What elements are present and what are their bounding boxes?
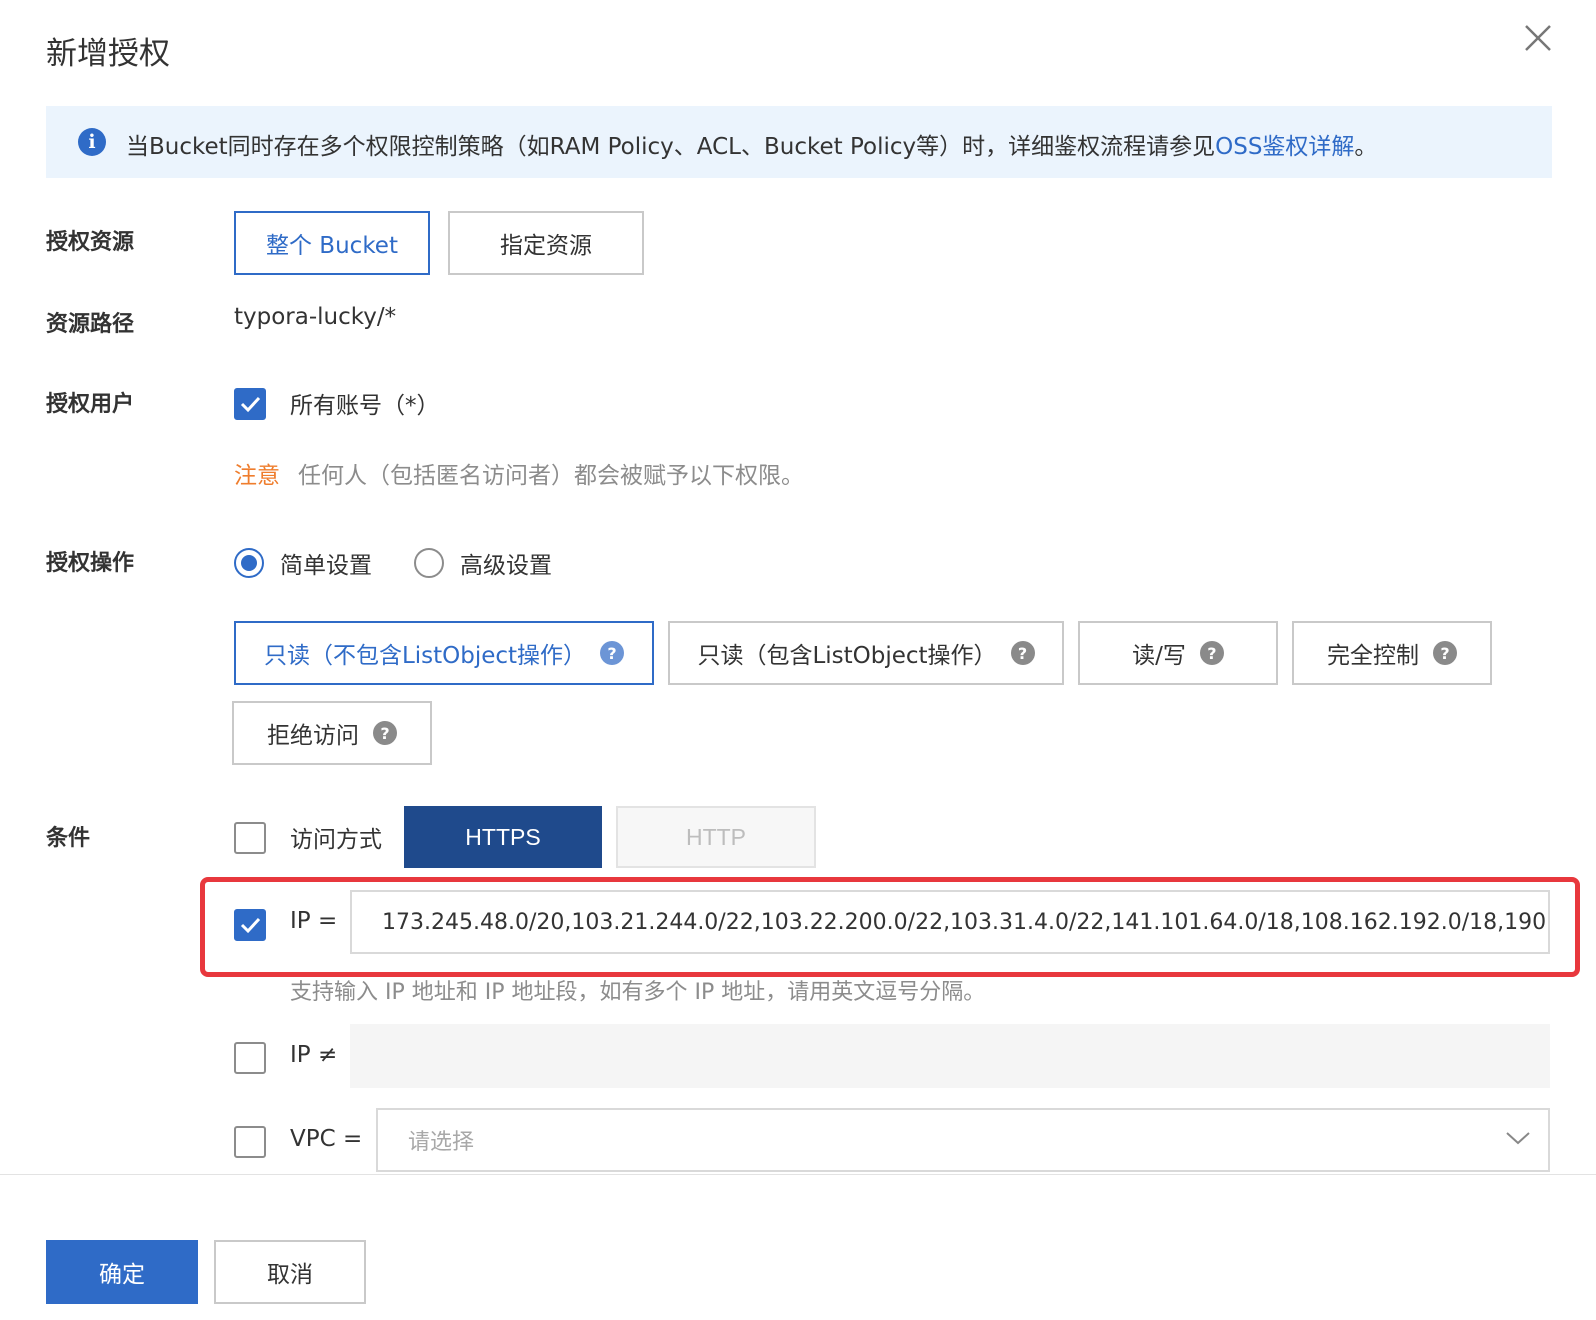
oss-auth-link[interactable]: OSS鉴权详解 — [1215, 134, 1354, 160]
notice-text: 当Bucket同时存在多个权限控制策略（如RAM Policy、ACL、Buck… — [126, 127, 1377, 161]
advanced-mode-label: 高级设置 — [460, 553, 552, 579]
operation-label: 授权操作 — [46, 551, 135, 576]
question-icon[interactable]: ? — [1010, 641, 1035, 665]
readonly-with-list-label: 只读（包含ListObject操作） — [697, 643, 997, 669]
deny-access-label: 拒绝访问 — [267, 723, 359, 749]
close-icon[interactable] — [1522, 22, 1554, 54]
vpc-label: VPC = — [290, 1126, 363, 1152]
ip-ne-checkbox[interactable] — [234, 1042, 266, 1074]
readonly-no-list-label: 只读（不包含ListObject操作） — [263, 643, 587, 669]
all-accounts-label: 所有账号（*） — [290, 393, 440, 419]
user-label: 授权用户 — [46, 392, 135, 417]
chevron-down-icon[interactable] — [1504, 1128, 1532, 1148]
simple-mode-label: 简单设置 — [280, 553, 372, 579]
info-icon: i — [78, 128, 106, 156]
question-icon[interactable]: ? — [373, 721, 397, 745]
notice-text-before: 当Bucket同时存在多个权限控制策略（如RAM Policy、ACL、Buck… — [126, 134, 1216, 160]
path-value: typora-lucky/* — [234, 304, 397, 330]
resource-specific-button[interactable]: 指定资源 — [448, 211, 644, 275]
question-icon[interactable]: ? — [1433, 641, 1457, 665]
https-button[interactable]: HTTPS — [404, 806, 602, 868]
access-method-label: 访问方式 — [290, 827, 382, 853]
check-icon — [240, 396, 261, 413]
readonly-with-list-button[interactable]: 只读（包含ListObject操作）? — [668, 621, 1064, 685]
resource-whole-bucket-button[interactable]: 整个 Bucket — [234, 211, 430, 275]
question-icon[interactable]: ? — [600, 641, 625, 665]
check-icon — [240, 917, 261, 934]
footer-divider — [0, 1174, 1596, 1175]
full-control-label: 完全控制 — [1327, 643, 1419, 669]
advanced-mode-radio[interactable] — [414, 548, 444, 578]
resource-label: 授权资源 — [46, 230, 135, 255]
vpc-select[interactable]: 请选择 — [376, 1108, 1550, 1172]
ip-eq-checkbox[interactable] — [234, 909, 266, 941]
note-label: 注意 — [234, 463, 280, 489]
ip-eq-input[interactable]: 173.245.48.0/20,103.21.244.0/22,103.22.2… — [350, 890, 1550, 954]
ip-ne-label: IP ≠ — [290, 1042, 338, 1068]
simple-mode-radio[interactable] — [234, 548, 264, 578]
cancel-button[interactable]: 取消 — [214, 1240, 366, 1304]
confirm-button[interactable]: 确定 — [46, 1240, 198, 1304]
note-text: 任何人（包括匿名访问者）都会被赋予以下权限。 — [298, 463, 804, 489]
conditions-label: 条件 — [46, 826, 91, 851]
vpc-checkbox[interactable] — [234, 1126, 266, 1158]
vpc-placeholder: 请选择 — [408, 1130, 475, 1155]
ip-eq-label: IP = — [290, 908, 338, 934]
ip-hint: 支持输入 IP 地址和 IP 地址段，如有多个 IP 地址，请用英文逗号分隔。 — [290, 980, 986, 1005]
read-write-button[interactable]: 读/写? — [1078, 621, 1278, 685]
all-accounts-checkbox[interactable] — [234, 388, 266, 420]
ip-ne-input[interactable] — [350, 1024, 1550, 1088]
access-method-checkbox[interactable] — [234, 822, 266, 854]
question-icon[interactable]: ? — [1199, 641, 1224, 665]
full-control-button[interactable]: 完全控制? — [1292, 621, 1492, 685]
dialog-title: 新增授权 — [46, 36, 170, 72]
deny-access-button[interactable]: 拒绝访问? — [232, 701, 432, 765]
http-button[interactable]: HTTP — [616, 806, 816, 868]
notice-text-after: 。 — [1354, 134, 1378, 160]
path-label: 资源路径 — [46, 312, 135, 337]
readonly-no-list-button[interactable]: 只读（不包含ListObject操作）? — [234, 621, 654, 685]
read-write-label: 读/写 — [1132, 643, 1186, 669]
